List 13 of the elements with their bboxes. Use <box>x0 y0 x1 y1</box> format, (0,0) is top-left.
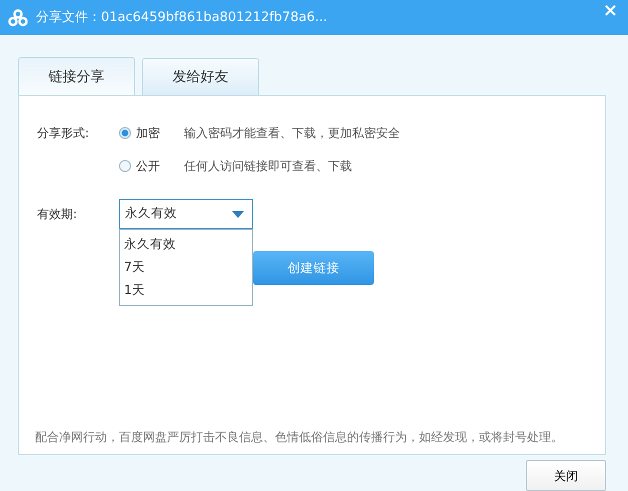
close-dialog-button[interactable]: 关闭 <box>526 460 606 491</box>
field-label: 有效期: <box>37 206 78 222</box>
tab[interactable]: 链接分享 <box>18 57 135 96</box>
window-title: 分享文件：01ac6459bf861ba801212fb78a6... <box>36 8 328 27</box>
notice-text: 配合净网行动，百度网盘严厉打击不良信息、色情低俗信息的传播行为，如经发现，或将封号处理。 <box>35 429 563 446</box>
option-description: 任何人访问链接即可查看、下载 <box>184 158 352 174</box>
radio-option[interactable]: 公开 <box>119 156 184 174</box>
radio-option[interactable]: 加密 <box>119 124 184 142</box>
field-label: 分享形式: <box>37 124 90 142</box>
option-description: 输入密码才能查看、下载，更加私密安全 <box>184 124 400 142</box>
cloud-logo-icon <box>8 8 28 26</box>
tab[interactable]: 发给好友 <box>142 58 259 96</box>
caret-icon <box>232 210 244 218</box>
